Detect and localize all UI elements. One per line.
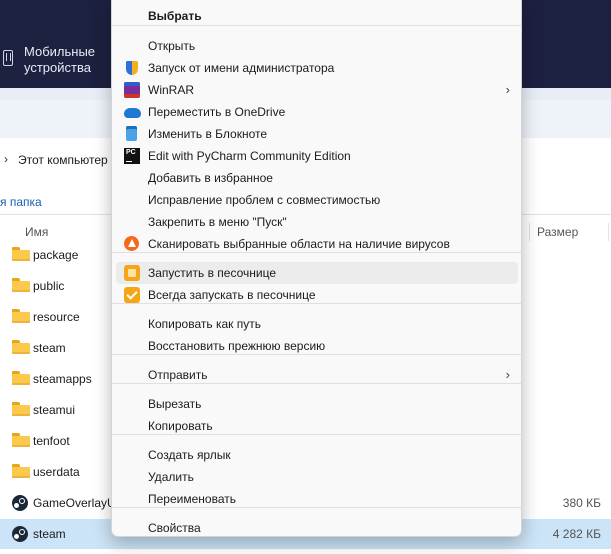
- context-menu: Выбрать Открыть Запуск от имени администра…: [111, 0, 522, 537]
- menu-item-label: Отправить: [148, 368, 208, 382]
- menu-item-13[interactable]: Всегда запускать в песочнице: [116, 284, 518, 306]
- column-header-name[interactable]: Имя: [25, 225, 48, 239]
- column-header-size[interactable]: Размер: [537, 225, 578, 239]
- onedrive-icon: [124, 108, 141, 118]
- file-name: userdata: [33, 465, 80, 479]
- notepad-icon: [126, 126, 137, 141]
- sandbox-check-icon: [124, 287, 140, 303]
- column-divider[interactable]: [529, 223, 530, 241]
- menu-item-10[interactable]: Закрепить в меню "Пуск": [116, 211, 518, 233]
- menu-item-18[interactable]: Копировать: [116, 415, 518, 437]
- menu-item-label: Удалить: [148, 470, 194, 484]
- sidebar-item-mobile-devices[interactable]: Мобильные устройства: [24, 44, 114, 76]
- menu-item-label: Запуск от имени администратора: [148, 61, 335, 75]
- menu-item-label: Изменить в Блокноте: [148, 127, 268, 141]
- file-name: steam: [33, 527, 66, 541]
- folder-icon: [12, 340, 30, 354]
- column-divider[interactable]: [608, 223, 609, 241]
- file-name: steam: [33, 341, 66, 355]
- menu-item-label: Запустить в песочнице: [148, 266, 276, 280]
- menu-item-label: Восстановить прежнюю версию: [148, 339, 326, 353]
- chevron-right-icon: ›: [4, 152, 8, 166]
- file-name: steamapps: [33, 372, 92, 386]
- folder-icon: [12, 402, 30, 416]
- menu-item-11[interactable]: Сканировать выбранные области на наличие…: [116, 233, 518, 255]
- file-name: tenfoot: [33, 434, 70, 448]
- menu-item-8[interactable]: Добавить в избранное: [116, 167, 518, 189]
- chevron-right-icon: ›: [505, 367, 510, 382]
- menu-item-label: Закрепить в меню "Пуск": [148, 215, 287, 229]
- folder-icon: [12, 247, 30, 261]
- menu-item-22[interactable]: Свойства: [116, 517, 518, 539]
- folder-icon: [12, 433, 30, 447]
- menu-item-12[interactable]: Запустить в песочнице: [116, 262, 518, 284]
- menu-item-label: Вырезать: [148, 397, 202, 411]
- file-name: package: [33, 248, 79, 262]
- menu-item-9[interactable]: Исправление проблем с совместимостью: [116, 189, 518, 211]
- menu-item-label: Edit with PyCharm Community Edition: [148, 149, 351, 163]
- menu-item-4[interactable]: WinRAR ›: [116, 79, 518, 101]
- uac-shield-icon: [126, 61, 138, 75]
- group-header-label: я папка: [0, 195, 42, 209]
- folder-icon: [12, 464, 30, 478]
- menu-item-label: Сканировать выбранные области на наличие…: [148, 237, 450, 251]
- menu-item-label: Исправление проблем с совместимостью: [148, 193, 381, 207]
- folder-icon: [12, 371, 30, 385]
- menu-item-2[interactable]: Открыть: [116, 35, 518, 57]
- menu-item-6[interactable]: Изменить в Блокноте: [116, 123, 518, 145]
- menu-item-label: Выбрать: [148, 9, 202, 23]
- menu-item-label: Переместить в OneDrive: [148, 105, 286, 119]
- winrar-icon: [124, 82, 140, 98]
- file-size: 380 КБ: [562, 496, 601, 510]
- folder-icon: [12, 309, 30, 323]
- menu-item-21[interactable]: Переименовать: [116, 488, 518, 510]
- menu-item-label: Переименовать: [148, 492, 236, 506]
- menu-item-label: WinRAR: [148, 83, 195, 97]
- menu-item-5[interactable]: Переместить в OneDrive: [116, 101, 518, 123]
- file-name: steamui: [33, 403, 76, 417]
- file-size: 4 282 КБ: [552, 527, 601, 541]
- menu-item-19[interactable]: Создать ярлык: [116, 444, 518, 466]
- breadcrumb-this-pc[interactable]: Этот компьютер: [18, 153, 108, 167]
- chevron-right-icon: ›: [505, 82, 510, 97]
- file-name: GameOverlayU: [33, 496, 116, 510]
- menu-item-17[interactable]: Вырезать: [116, 393, 518, 415]
- sandbox-icon: [124, 265, 140, 281]
- menu-item-3[interactable]: Запуск от имени администратора: [116, 57, 518, 79]
- menu-item-label: Копировать как путь: [148, 317, 261, 331]
- menu-item-16[interactable]: Отправить ›: [116, 364, 518, 386]
- file-name: resource: [33, 310, 80, 324]
- pycharm-icon: PC: [124, 148, 140, 164]
- menu-item-label: Открыть: [148, 39, 196, 53]
- mobile-device-icon: [3, 50, 13, 66]
- steam-app-icon: [12, 526, 28, 542]
- menu-item-label: Создать ярлык: [148, 448, 231, 462]
- menu-item-label: Свойства: [148, 521, 201, 535]
- menu-item-1[interactable]: Выбрать: [116, 5, 518, 27]
- menu-item-14[interactable]: Копировать как путь: [116, 313, 518, 335]
- menu-item-label: Добавить в избранное: [148, 171, 273, 185]
- folder-icon: [12, 278, 30, 292]
- steam-app-icon: [12, 495, 28, 511]
- antivirus-icon: [124, 236, 139, 251]
- menu-item-20[interactable]: Удалить: [116, 466, 518, 488]
- file-name: public: [33, 279, 65, 293]
- menu-item-label: Всегда запускать в песочнице: [148, 288, 316, 302]
- menu-item-15[interactable]: Восстановить прежнюю версию: [116, 335, 518, 357]
- menu-item-label: Копировать: [148, 419, 213, 433]
- menu-item-7[interactable]: PC Edit with PyCharm Community Edition: [116, 145, 518, 167]
